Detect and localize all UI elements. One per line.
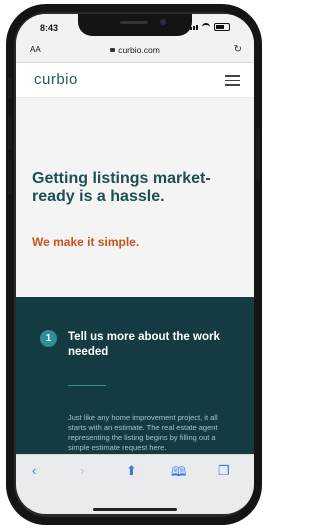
phone-frame: 8:43 AA curbio.com ↻ curbio Getting list… <box>6 4 262 525</box>
forward-icon[interactable]: › <box>80 463 84 478</box>
curbio-logo[interactable]: curbio <box>34 71 78 88</box>
screen: 8:43 AA curbio.com ↻ curbio Getting list… <box>16 14 254 514</box>
menu-icon[interactable] <box>225 75 240 89</box>
back-icon[interactable]: ‹ <box>32 463 36 478</box>
browser-toolbar: ‹ › ⬆ 🕮 ❐ <box>16 454 254 514</box>
site-header: curbio <box>16 63 254 98</box>
step-body: Just like any home improvement project, … <box>68 413 218 452</box>
tabs-icon[interactable]: ❐ <box>218 463 230 479</box>
step-number-badge: 1 <box>40 330 57 347</box>
reload-icon[interactable]: ↻ <box>234 44 242 55</box>
lock-icon <box>110 48 116 52</box>
signal-icon <box>187 24 198 30</box>
share-icon[interactable]: ⬆ <box>126 463 137 479</box>
step-title: Tell us more about the work needed <box>68 331 220 358</box>
home-indicator[interactable] <box>93 508 177 511</box>
url-text: curbio.com <box>118 45 160 55</box>
step-divider <box>68 385 106 386</box>
mute-switch <box>8 78 12 98</box>
url-field[interactable]: curbio.com <box>16 45 254 55</box>
wifi-icon <box>202 23 210 31</box>
hero-tagline: We make it simple. <box>32 235 140 249</box>
bookmarks-icon[interactable]: 🕮 <box>171 463 186 485</box>
address-bar[interactable]: AA curbio.com ↻ <box>16 40 254 63</box>
power-button <box>256 128 260 180</box>
volume-up-button <box>8 116 12 150</box>
speaker <box>120 21 148 24</box>
volume-down-button <box>8 160 12 194</box>
battery-icon <box>214 23 230 31</box>
camera <box>160 19 166 25</box>
notch <box>78 14 192 36</box>
status-time: 8:43 <box>40 23 59 33</box>
hero-headline: Getting listings market-ready is a hassl… <box>32 170 211 205</box>
status-icons <box>187 23 230 31</box>
status-bar: 8:43 <box>16 14 254 40</box>
hero-section: Getting listings market-ready is a hassl… <box>16 98 254 297</box>
